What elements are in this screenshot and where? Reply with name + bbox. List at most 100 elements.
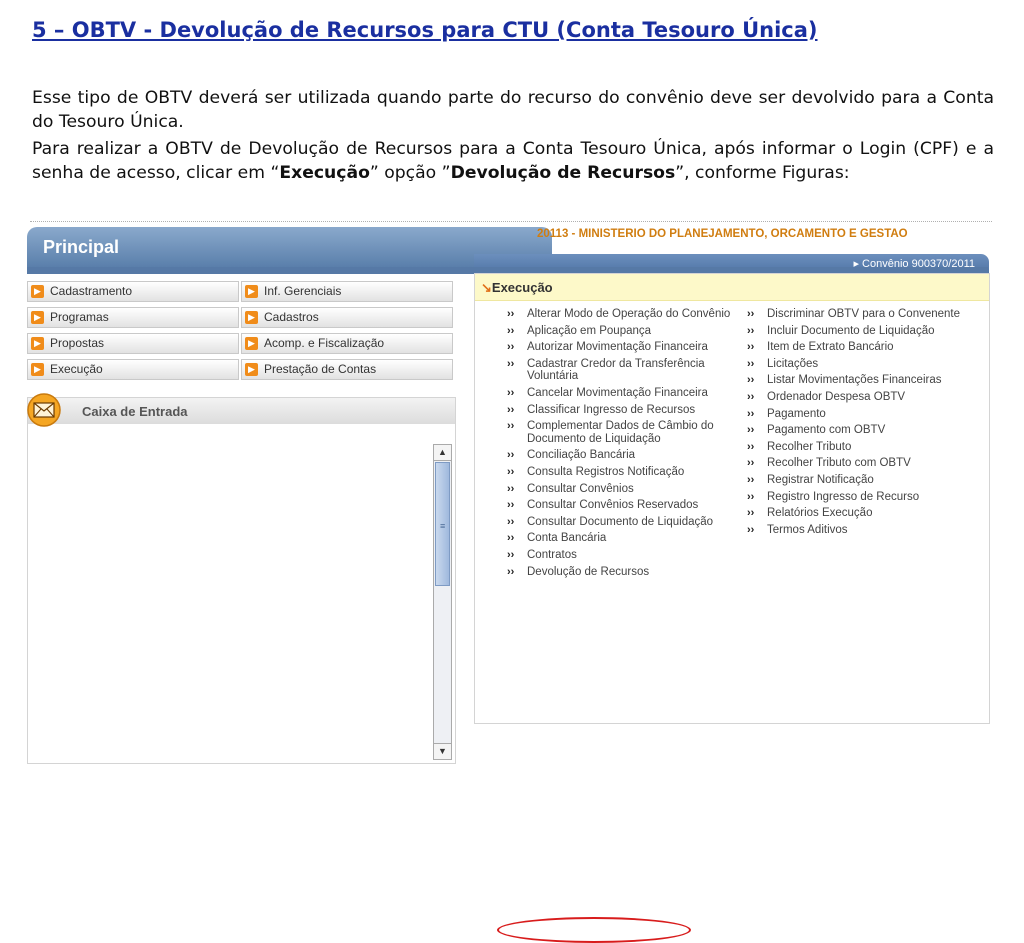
double-chevron-icon: ›› bbox=[747, 341, 755, 354]
double-chevron-icon: ›› bbox=[507, 341, 515, 354]
execucao-menu-item[interactable]: ›› Conta Bancária bbox=[501, 532, 741, 545]
execucao-menu-item[interactable]: ›› Recolher Tributo com OBTV bbox=[741, 457, 981, 470]
execucao-menu-label: Alterar Modo de Operação do Convênio bbox=[527, 308, 731, 320]
menu-label: Execução bbox=[50, 362, 103, 376]
execucao-menu-label: Classificar Ingresso de Recursos bbox=[527, 403, 696, 416]
execucao-menu-item[interactable]: ›› Item de Extrato Bancário bbox=[741, 341, 981, 354]
execucao-menu-item[interactable]: ›› Autorizar Movimentação Financeira bbox=[501, 341, 741, 354]
execucao-menu-item[interactable]: ›› Conciliação Bancária bbox=[501, 449, 741, 462]
execucao-menu-label: Devolução de Recursos bbox=[527, 565, 650, 578]
execucao-title: Execução bbox=[491, 280, 553, 295]
menu-label: Cadastros bbox=[264, 310, 319, 324]
execucao-menu-item[interactable]: ›› Discriminar OBTV para o Convenente bbox=[741, 308, 981, 321]
inbox-header: Caixa de Entrada bbox=[27, 393, 455, 427]
organization-label: 20113 - MINISTERIO DO PLANEJAMENTO, ORCA… bbox=[537, 228, 908, 240]
arrow-right-icon: ▶ bbox=[245, 337, 258, 350]
execucao-menu-label: Pagamento com OBTV bbox=[767, 424, 886, 437]
menu-label: Cadastramento bbox=[50, 284, 133, 298]
inbox-scrollbar[interactable]: ▲ ≡ ▼ bbox=[433, 444, 452, 760]
execucao-menu-label: Conciliação Bancária bbox=[527, 449, 636, 462]
execucao-menu-label: Relatórios Execução bbox=[767, 507, 873, 520]
execucao-header: ↘Execução bbox=[475, 274, 989, 301]
double-chevron-icon: ›› bbox=[507, 420, 515, 433]
execucao-menu-item[interactable]: ›› Relatórios Execução bbox=[741, 507, 981, 520]
instruction-bold-devolucao: Devolução de Recursos bbox=[450, 163, 676, 183]
menu-label: Acomp. e Fiscalização bbox=[264, 336, 385, 350]
execucao-menu-item[interactable]: ›› Consulta Registros Notificação bbox=[501, 466, 741, 479]
execucao-menu-item[interactable]: ›› Licitações bbox=[741, 358, 981, 371]
execucao-menu-item[interactable]: ›› Classificar Ingresso de Recursos bbox=[501, 404, 741, 417]
menu-prestacao-contas[interactable]: ▶ Prestação de Contas bbox=[241, 359, 453, 380]
scroll-up-icon[interactable]: ▲ bbox=[434, 445, 451, 461]
execucao-menu-item[interactable]: ›› Consultar Convênios bbox=[501, 483, 741, 496]
execucao-menu-label: Licitações bbox=[767, 357, 819, 370]
double-chevron-icon: ›› bbox=[747, 424, 755, 437]
double-chevron-icon: ›› bbox=[507, 465, 515, 478]
menu-acomp-fiscalizacao[interactable]: ▶ Acomp. e Fiscalização bbox=[241, 333, 453, 354]
double-chevron-icon: ›› bbox=[507, 386, 515, 399]
double-chevron-icon: ›› bbox=[747, 440, 755, 453]
scroll-thumb[interactable]: ≡ bbox=[435, 462, 450, 586]
double-chevron-icon: ›› bbox=[507, 308, 515, 320]
execucao-menu-item[interactable]: ›› Cancelar Movimentação Financeira bbox=[501, 387, 741, 400]
execucao-menu-item[interactable]: ›› Alterar Modo de Operação do Convênio bbox=[501, 308, 741, 321]
double-chevron-icon: ›› bbox=[747, 507, 755, 520]
execucao-menu-label: Ordenador Despesa OBTV bbox=[767, 390, 906, 403]
menu-cadastros[interactable]: ▶ Cadastros bbox=[241, 307, 453, 328]
execucao-menu-item[interactable]: ›› Pagamento bbox=[741, 408, 981, 421]
execucao-menu-label: Item de Extrato Bancário bbox=[767, 341, 894, 354]
execucao-menu-item[interactable]: ›› Recolher Tributo bbox=[741, 441, 981, 454]
execucao-menu-label: Consultar Documento de Liquidação bbox=[527, 515, 714, 528]
execucao-menu-item[interactable]: ›› Incluir Documento de Liquidação bbox=[741, 325, 981, 338]
arrow-right-icon: ▶ bbox=[31, 363, 44, 376]
execucao-menu-label: Cancelar Movimentação Financeira bbox=[527, 386, 708, 399]
execucao-menu-item[interactable]: ›› Consultar Convênios Reservados bbox=[501, 499, 741, 512]
instruction-bold-execucao: Execução bbox=[279, 163, 370, 183]
intro-paragraph: Esse tipo de OBTV deverá ser utilizada q… bbox=[32, 88, 994, 132]
scroll-down-icon[interactable]: ▼ bbox=[434, 743, 451, 759]
menu-inf-gerenciais[interactable]: ▶ Inf. Gerenciais bbox=[241, 281, 453, 302]
double-chevron-icon: ›› bbox=[747, 490, 755, 503]
execucao-menu-label: Discriminar OBTV para o Convenente bbox=[767, 308, 961, 320]
screenshot-frame: Principal 20113 - MINISTERIO DO PLANEJAM… bbox=[27, 224, 990, 943]
execucao-menu-label: Incluir Documento de Liquidação bbox=[767, 324, 935, 337]
double-chevron-icon: ›› bbox=[747, 390, 755, 403]
arrow-right-icon: ▶ bbox=[245, 363, 258, 376]
execucao-menu-label: Recolher Tributo com OBTV bbox=[767, 457, 911, 470]
execucao-menu-label: Consultar Convênios Reservados bbox=[527, 499, 699, 512]
execucao-column-1: ›› Alterar Modo de Operação do Convênio ››… bbox=[501, 308, 741, 582]
execucao-menu-item[interactable]: ›› Contratos bbox=[501, 549, 741, 562]
instruction-paragraph: Para realizar a OBTV de Devolução de Rec… bbox=[32, 137, 994, 185]
arrow-right-icon: ▶ bbox=[245, 311, 258, 324]
execucao-menu-item[interactable]: ›› Devolução de Recursos bbox=[501, 566, 741, 579]
double-chevron-icon: ›› bbox=[507, 482, 515, 495]
execucao-menu-label: Termos Aditivos bbox=[767, 523, 848, 536]
execucao-menu-label: Recolher Tributo bbox=[767, 440, 852, 453]
menu-programas[interactable]: ▶ Programas bbox=[27, 307, 239, 328]
double-chevron-icon: ›› bbox=[747, 308, 755, 320]
menu-execucao[interactable]: ▶ Execução bbox=[27, 359, 239, 380]
execucao-menu-item[interactable]: ›› Registro Ingresso de Recurso bbox=[741, 491, 981, 504]
double-chevron-icon: ›› bbox=[507, 548, 515, 561]
execucao-menu-item[interactable]: ›› Registrar Notificação bbox=[741, 474, 981, 487]
execucao-menu-label: Consulta Registros Notificação bbox=[527, 465, 685, 478]
menu-label: Inf. Gerenciais bbox=[264, 284, 342, 298]
execucao-menu-item[interactable]: ›› Pagamento com OBTV bbox=[741, 424, 981, 437]
execucao-menu-item[interactable]: ›› Cadastrar Credor da Transferência Volu… bbox=[501, 358, 741, 383]
grip-icon: ≡ bbox=[440, 521, 446, 531]
double-chevron-icon: ›› bbox=[747, 457, 755, 470]
double-chevron-icon: ›› bbox=[507, 532, 515, 545]
execucao-menu-item[interactable]: ›› Listar Movimentações Financeiras bbox=[741, 374, 981, 387]
menu-cadastramento[interactable]: ▶ Cadastramento bbox=[27, 281, 239, 302]
menu-propostas[interactable]: ▶ Propostas bbox=[27, 333, 239, 354]
execucao-menu-item[interactable]: ›› Consultar Documento de Liquidação bbox=[501, 516, 741, 529]
execucao-menu-item[interactable]: ›› Ordenador Despesa OBTV bbox=[741, 391, 981, 404]
arrow-right-icon: ▶ bbox=[245, 285, 258, 298]
execucao-menu-item[interactable]: ›› Aplicação em Poupança bbox=[501, 325, 741, 338]
arrow-right-icon: ▶ bbox=[31, 337, 44, 350]
inbox-title: Caixa de Entrada bbox=[82, 404, 188, 419]
menu-label: Prestação de Contas bbox=[264, 362, 377, 376]
execucao-menu-item[interactable]: ›› Termos Aditivos bbox=[741, 524, 981, 537]
execucao-menu-item[interactable]: ›› Complementar Dados de Câmbio do Docume… bbox=[501, 420, 741, 445]
execucao-menu-label: Aplicação em Poupança bbox=[527, 324, 652, 337]
